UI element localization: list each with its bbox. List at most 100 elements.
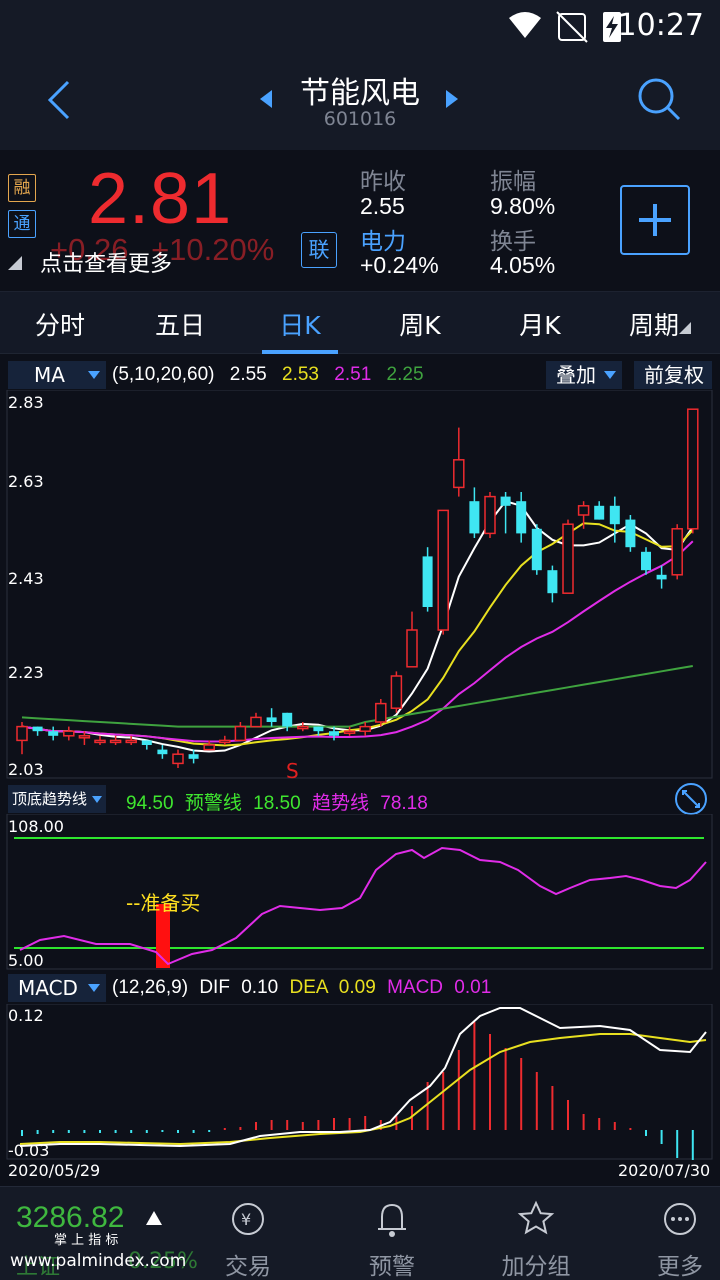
- ma10-line: [21, 522, 694, 747]
- ma60-line: [21, 664, 693, 728]
- candle-body: [469, 501, 480, 534]
- macd-select[interactable]: MACD: [8, 974, 106, 1002]
- adjust-button[interactable]: 前复权: [634, 361, 712, 389]
- chevron-down-icon: [88, 371, 100, 379]
- candle-body: [500, 496, 511, 506]
- candle-body: [375, 702, 387, 723]
- candle-body: [48, 731, 59, 736]
- period-tabs: 分时 五日 日K 周K 月K 周期: [0, 292, 720, 354]
- chevron-down-icon: [88, 984, 100, 992]
- period-dropdown-icon: [679, 322, 691, 334]
- nav-add-group[interactable]: 加分组: [464, 1199, 608, 1280]
- y-tick-top: 2.83: [8, 393, 44, 412]
- candle-body: [625, 519, 636, 548]
- candle-body: [16, 725, 28, 742]
- candle-body: [313, 726, 324, 732]
- view-more-tip[interactable]: 点击查看更多: [40, 246, 172, 278]
- ma-select[interactable]: MA: [8, 361, 106, 389]
- nav-trade[interactable]: ¥ 交易: [176, 1199, 320, 1280]
- stock-name: 节能风电: [300, 76, 420, 111]
- chevron-down-icon: [604, 371, 616, 379]
- candle-body: [219, 739, 231, 744]
- watermark-title: 掌 上 指 标: [54, 1233, 119, 1248]
- ma20-line: [21, 540, 694, 743]
- macd-top-value: 0.12: [8, 1006, 44, 1025]
- candle-body: [453, 459, 465, 489]
- candle-body: [484, 495, 496, 535]
- candle-body: [641, 551, 651, 571]
- candle-body: [390, 675, 403, 709]
- status-bar: 10:27: [0, 0, 720, 54]
- candle-body: [32, 726, 43, 732]
- tab-daily-k[interactable]: 日K: [240, 306, 360, 342]
- candle-body: [141, 740, 152, 745]
- bell-icon: [378, 1203, 406, 1237]
- watermark-url: www.palmindex.com: [10, 1251, 187, 1271]
- candle-body: [577, 505, 590, 516]
- candle-body: [656, 574, 667, 580]
- amplitude-label: 振幅: [490, 169, 536, 195]
- turnover-label: 换手: [490, 229, 536, 255]
- search-icon[interactable]: [636, 76, 682, 122]
- candle-body: [188, 754, 199, 759]
- sell-marker: S: [286, 759, 299, 780]
- candle-body: [343, 730, 356, 734]
- candle-body: [63, 730, 75, 737]
- status-time: 10:27: [617, 8, 704, 43]
- quote-panel[interactable]: 融 通 2.81 +0.26 +10.20% 点击查看更多 联 昨收 2.55 …: [0, 150, 720, 292]
- stock-code: 601016: [323, 108, 397, 130]
- buy-signal-label: --准备买: [126, 891, 200, 915]
- candle-body: [109, 739, 122, 744]
- amplitude-value: 9.80%: [490, 193, 556, 219]
- tab-monthly-k[interactable]: 月K: [480, 306, 600, 342]
- ma-values: (5,10,20,60) 2.55 2.53 2.51 2.25: [112, 364, 424, 385]
- candle-body: [78, 735, 91, 739]
- trend-select[interactable]: 顶底趋势线: [8, 785, 106, 813]
- margin-tag: 融: [8, 174, 36, 202]
- candle-body: [157, 749, 168, 755]
- expand-icon[interactable]: [674, 782, 708, 816]
- candle-body: [406, 629, 418, 668]
- svg-text:¥: ¥: [241, 1210, 251, 1229]
- trend-chart[interactable]: 108.00 5.00 --准备买: [0, 814, 720, 970]
- nav-alert[interactable]: 预警: [320, 1199, 464, 1280]
- candle-body: [609, 505, 620, 525]
- trend-bottom-value: 5.00: [8, 951, 44, 970]
- candle-body: [250, 716, 262, 728]
- y-tick-2: 2.63: [8, 472, 44, 491]
- candle-body: [531, 528, 542, 571]
- nav-more[interactable]: 更多: [608, 1199, 720, 1280]
- candle-body: [359, 725, 371, 732]
- candle-body: [297, 725, 309, 730]
- tab-period[interactable]: 周期: [600, 306, 720, 342]
- y-tick-bottom: 2.03: [8, 760, 44, 779]
- trend-top-value: 108.00: [8, 817, 64, 836]
- next-stock-icon[interactable]: [444, 88, 460, 110]
- more-icon: [664, 1203, 696, 1235]
- chevron-down-icon: [92, 796, 102, 803]
- nav-header: 节能风电 601016: [0, 54, 720, 150]
- tab-intraday[interactable]: 分时: [0, 306, 120, 342]
- turnover-value: 4.05%: [490, 252, 556, 278]
- kline-chart[interactable]: 2.83 2.63 2.43 2.23 2.03 S: [0, 390, 720, 780]
- trend-values: 94.50 预警线 18.50 趋势线 78.18: [126, 793, 428, 814]
- macd-chart[interactable]: 0.12 -0.03 2020/05/29 2020/07/30: [0, 1004, 720, 1182]
- candle-body: [203, 744, 215, 751]
- tab-five-day[interactable]: 五日: [120, 306, 240, 342]
- candle-body: [266, 717, 277, 722]
- candle-body: [516, 501, 527, 534]
- linked-button[interactable]: 联: [301, 232, 337, 268]
- prev-close-label: 昨收: [360, 169, 406, 195]
- add-watchlist-button[interactable]: [620, 185, 690, 255]
- candle-body: [422, 556, 433, 607]
- candle-body: [437, 509, 449, 631]
- macd-bottom-value: -0.03: [8, 1141, 49, 1160]
- tab-weekly-k[interactable]: 周K: [360, 306, 480, 342]
- bottom-nav: 3286.82 掌 上 指 标 上证 0.25% www.palmindex.c…: [0, 1186, 720, 1280]
- sector-value: +0.24%: [360, 252, 439, 278]
- overlay-select[interactable]: 叠加: [546, 361, 622, 389]
- candle-body: [671, 528, 683, 576]
- connect-tag: 通: [8, 210, 36, 238]
- active-tab-indicator: [262, 350, 338, 354]
- sector-label[interactable]: 电力: [360, 222, 406, 256]
